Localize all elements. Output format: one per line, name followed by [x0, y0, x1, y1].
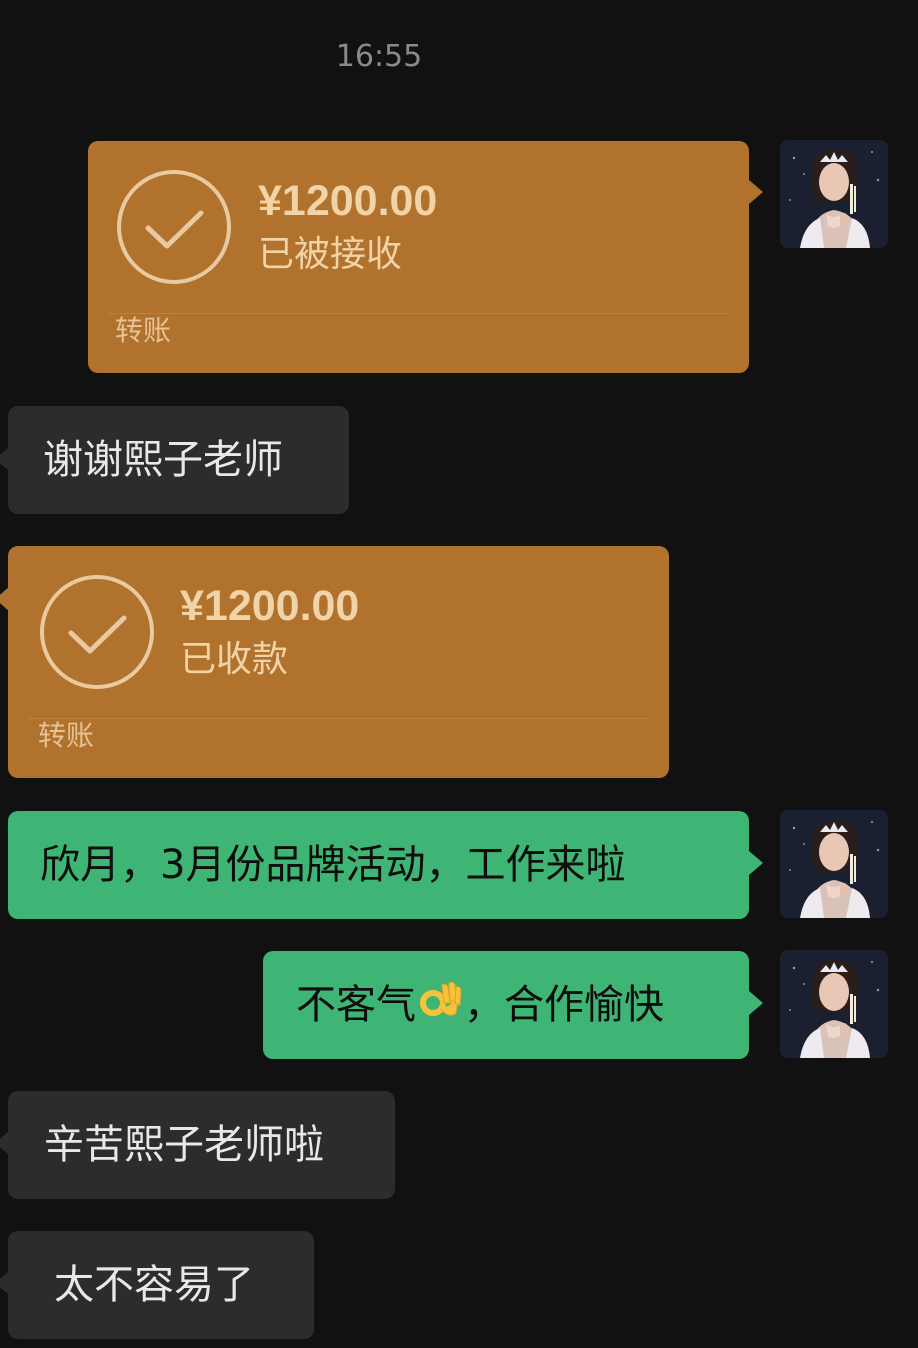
bubble-tail	[749, 180, 763, 204]
ok-hand-emoji-icon	[420, 981, 462, 1016]
check-circle-icon	[115, 168, 233, 286]
bubble-tail	[749, 991, 763, 1015]
transfer-amount: ¥1200.00	[258, 177, 438, 225]
avatar-image	[780, 950, 888, 1058]
transfer-divider	[28, 718, 649, 719]
message-text: ，合作愉快	[464, 982, 664, 1028]
message-timestamp: 16:55	[335, 39, 423, 74]
transfer-divider	[108, 313, 729, 314]
avatar-image	[780, 810, 888, 918]
transfer-status: 已被接收	[258, 234, 403, 275]
avatar[interactable]	[780, 810, 888, 918]
transfer-status: 已收款	[180, 639, 289, 680]
message-bubble[interactable]: 欣月，3月份品牌活动，工作来啦	[8, 811, 749, 919]
transfer-type-label: 转账	[38, 719, 95, 752]
transfer-type-label: 转账	[115, 314, 172, 347]
bubble-tail	[749, 851, 763, 875]
message-bubble[interactable]: 辛苦熙子老师啦	[8, 1091, 395, 1199]
transfer-amount: ¥1200.00	[180, 582, 360, 630]
avatar[interactable]	[780, 140, 888, 248]
transfer-message[interactable]: ¥1200.00 已被接收 转账	[88, 141, 749, 373]
message-bubble[interactable]: 太不容易了	[8, 1231, 314, 1339]
message-bubble[interactable]: 谢谢熙子老师	[8, 406, 349, 514]
check-circle-icon	[38, 573, 156, 691]
avatar-image	[780, 140, 888, 248]
message-bubble[interactable]: 不客气 ，合作愉快	[263, 951, 749, 1059]
transfer-message[interactable]: ¥1200.00 已收款 转账	[8, 546, 669, 778]
message-text: 不客气	[296, 982, 416, 1028]
avatar[interactable]	[780, 950, 888, 1058]
